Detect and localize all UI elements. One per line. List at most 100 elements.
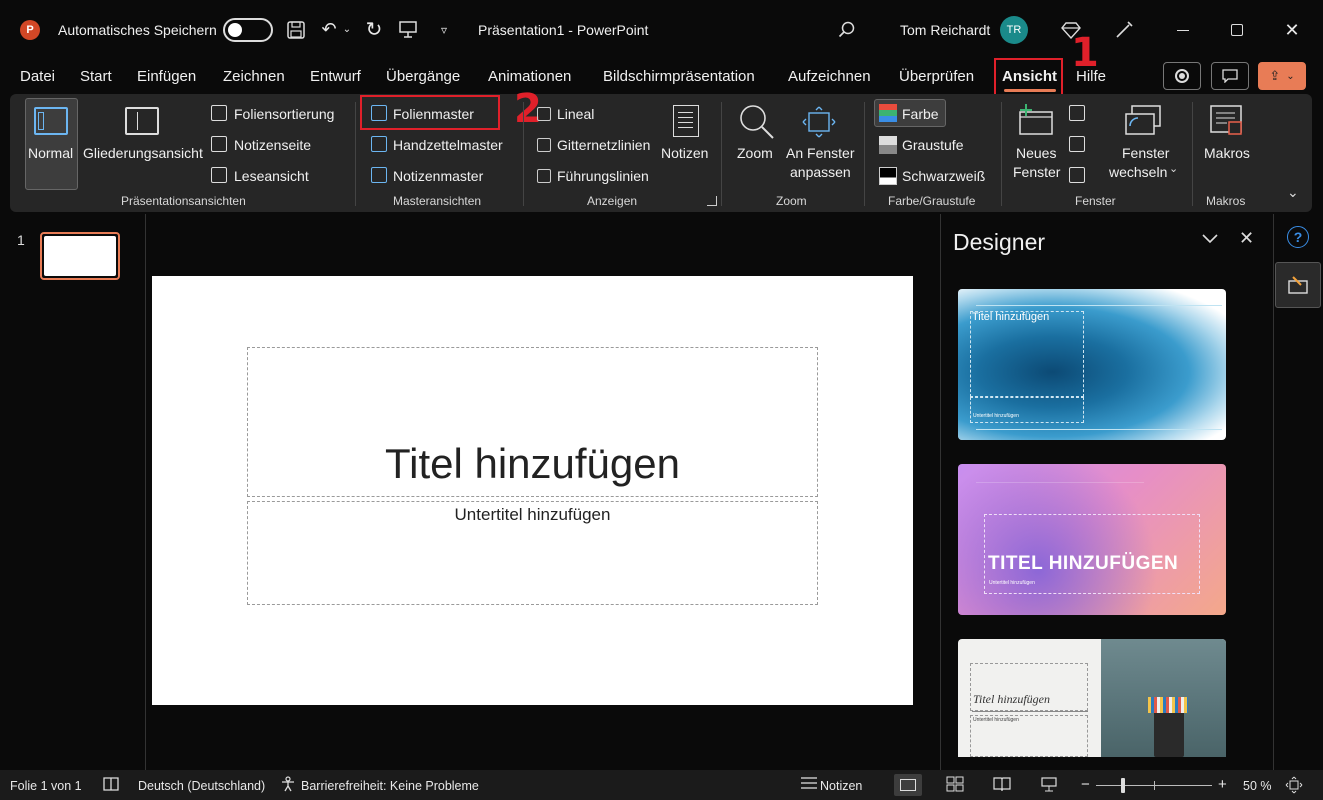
slide-thumbnail-pane [0,214,145,770]
move-split-icon[interactable] [1069,167,1085,183]
share-icon: ⇪ [1269,68,1281,83]
fit-to-window-button[interactable]: An Fenster [786,145,854,161]
arrange-all-icon[interactable] [1069,105,1085,121]
comments-button[interactable] [1211,62,1249,90]
autosave-toggle[interactable] [223,18,273,42]
comment-icon [1222,69,1238,83]
annotation-step-1: 1 [1071,30,1099,76]
design-idea-card[interactable]: Titel hinzufügen Untertitel hinzufügen [958,289,1226,440]
tab-animationen[interactable]: Animationen [488,68,571,85]
tab-einfuegen[interactable]: Einfügen [137,68,196,85]
outline-view-icon[interactable] [125,107,159,135]
user-name[interactable]: Tom Reichardt [900,22,990,38]
zoom-in-button[interactable]: + [1218,776,1227,793]
tab-uebergaenge[interactable]: Übergänge [386,68,460,85]
ruler-checkbox[interactable] [537,107,551,121]
handout-master-button[interactable]: Handzettelmaster [393,137,503,153]
tab-aufzeichnen[interactable]: Aufzeichnen [788,68,871,85]
normal-view-label: Normal [28,145,74,161]
outline-view-button[interactable]: Gliederungsansicht [83,145,203,161]
zoom-slider-thumb[interactable] [1121,778,1125,793]
design-card-2-subtitle: Untertitel hinzufügen [989,580,1035,586]
black-white-button[interactable]: Schwarzweiß [902,168,985,184]
help-icon[interactable]: ? [1287,226,1309,248]
undo-icon[interactable]: ↶ [318,17,340,41]
maximize-icon[interactable] [1226,18,1248,42]
spell-check-icon[interactable] [102,776,120,795]
minimize-icon[interactable] [1172,18,1194,42]
new-window-button[interactable]: Neues [1016,145,1056,161]
notes-toggle-button[interactable]: Notizen [820,779,862,793]
collapse-ribbon-icon[interactable]: ⌄ [1287,184,1299,201]
document-title: Präsentation1 - PowerPoint [478,22,649,38]
fit-to-window-icon [802,106,836,138]
tab-start[interactable]: Start [80,68,112,85]
zoom-level[interactable]: 50 % [1243,779,1272,793]
zoom-out-button[interactable]: − [1081,776,1090,793]
chevron-down-icon[interactable] [1200,228,1220,248]
powerpoint-logo-icon: P [20,20,40,40]
designer-icon[interactable] [1275,262,1321,308]
fit-to-window-label-2: anpassen [790,164,851,180]
slide-sorter-status-icon[interactable] [946,776,964,795]
ribbon-separator [1192,102,1193,206]
ribbon-separator [523,102,524,206]
grayscale-button[interactable]: Graustufe [902,137,963,153]
guides-checkbox[interactable] [537,169,551,183]
macros-button[interactable]: Makros [1204,145,1250,161]
language-indicator[interactable]: Deutsch (Deutschland) [138,779,265,793]
notes-page-icon [211,136,227,152]
zoom-button[interactable]: Zoom [737,145,773,161]
gridlines-checkbox[interactable] [537,138,551,152]
notes-master-button[interactable]: Notizenmaster [393,168,483,184]
tab-datei[interactable]: Datei [20,68,55,85]
pen-designer-icon[interactable] [1113,18,1135,42]
share-button[interactable]: ⇪ ⌄ [1258,62,1306,90]
color-label: Farbe [902,106,939,122]
record-button[interactable] [1163,62,1201,90]
avatar[interactable]: TR [1000,16,1028,44]
design-idea-card[interactable]: TITEL HINZUFÜGEN Untertitel hinzufügen [958,464,1226,615]
notes-icon [673,105,699,137]
design-idea-card[interactable]: Titel hinzufügen Untertitel hinzufügen [958,639,1226,757]
slideshow-status-icon[interactable] [1040,776,1058,795]
notes-button[interactable]: Notizen [661,145,708,161]
design-card-1-subtitle: Untertitel hinzufügen [973,413,1019,419]
normal-view-status-button[interactable] [894,774,922,796]
tab-bildschirmpraesentation[interactable]: Bildschirmpräsentation [603,68,755,85]
reading-view-status-icon[interactable] [993,776,1011,795]
ribbon-separator [864,102,865,206]
notes-toggle-icon [800,776,818,793]
tab-zeichnen[interactable]: Zeichnen [223,68,285,85]
close-pane-icon[interactable]: ✕ [1239,228,1254,249]
group-label-master-views: Masteransichten [393,194,482,208]
notes-page-button[interactable]: Notizenseite [234,137,311,153]
redo-icon[interactable]: ↻ [362,17,386,41]
tab-entwurf[interactable]: Entwurf [310,68,361,85]
undo-dropdown-icon[interactable]: ⌄ [341,21,353,37]
fit-slide-to-window-icon[interactable] [1285,776,1303,797]
search-icon[interactable] [836,18,858,42]
slide-subtitle[interactable]: Untertitel hinzufügen [247,505,818,525]
switch-windows-button[interactable]: Fenster [1122,145,1169,161]
slide-thumbnail[interactable] [40,232,120,280]
slide-counter: Folie 1 von 1 [10,779,82,793]
accessibility-status[interactable]: Barrierefreiheit: Keine Probleme [301,779,479,793]
slide-sorter-button[interactable]: Foliensortierung [234,106,334,122]
save-icon[interactable] [285,18,307,42]
slide-title[interactable]: Titel hinzufügen [247,440,818,488]
group-label-window: Fenster [1075,194,1116,208]
customize-toolbar-icon[interactable]: ▿ [436,20,452,40]
cascade-icon[interactable] [1069,136,1085,152]
switch-windows-icon [1124,104,1162,138]
tab-ueberpruefen[interactable]: Überprüfen [899,68,974,85]
show-dialog-launcher-icon[interactable] [707,196,717,206]
slide-number: 1 [17,232,25,248]
close-icon[interactable]: ✕ [1281,18,1303,42]
toggle-knob [228,23,242,37]
zoom-icon [738,103,776,141]
designer-title: Designer [953,229,1046,255]
present-from-start-icon[interactable] [397,17,419,41]
reading-view-button[interactable]: Leseansicht [234,168,309,184]
reading-view-icon [211,167,227,183]
